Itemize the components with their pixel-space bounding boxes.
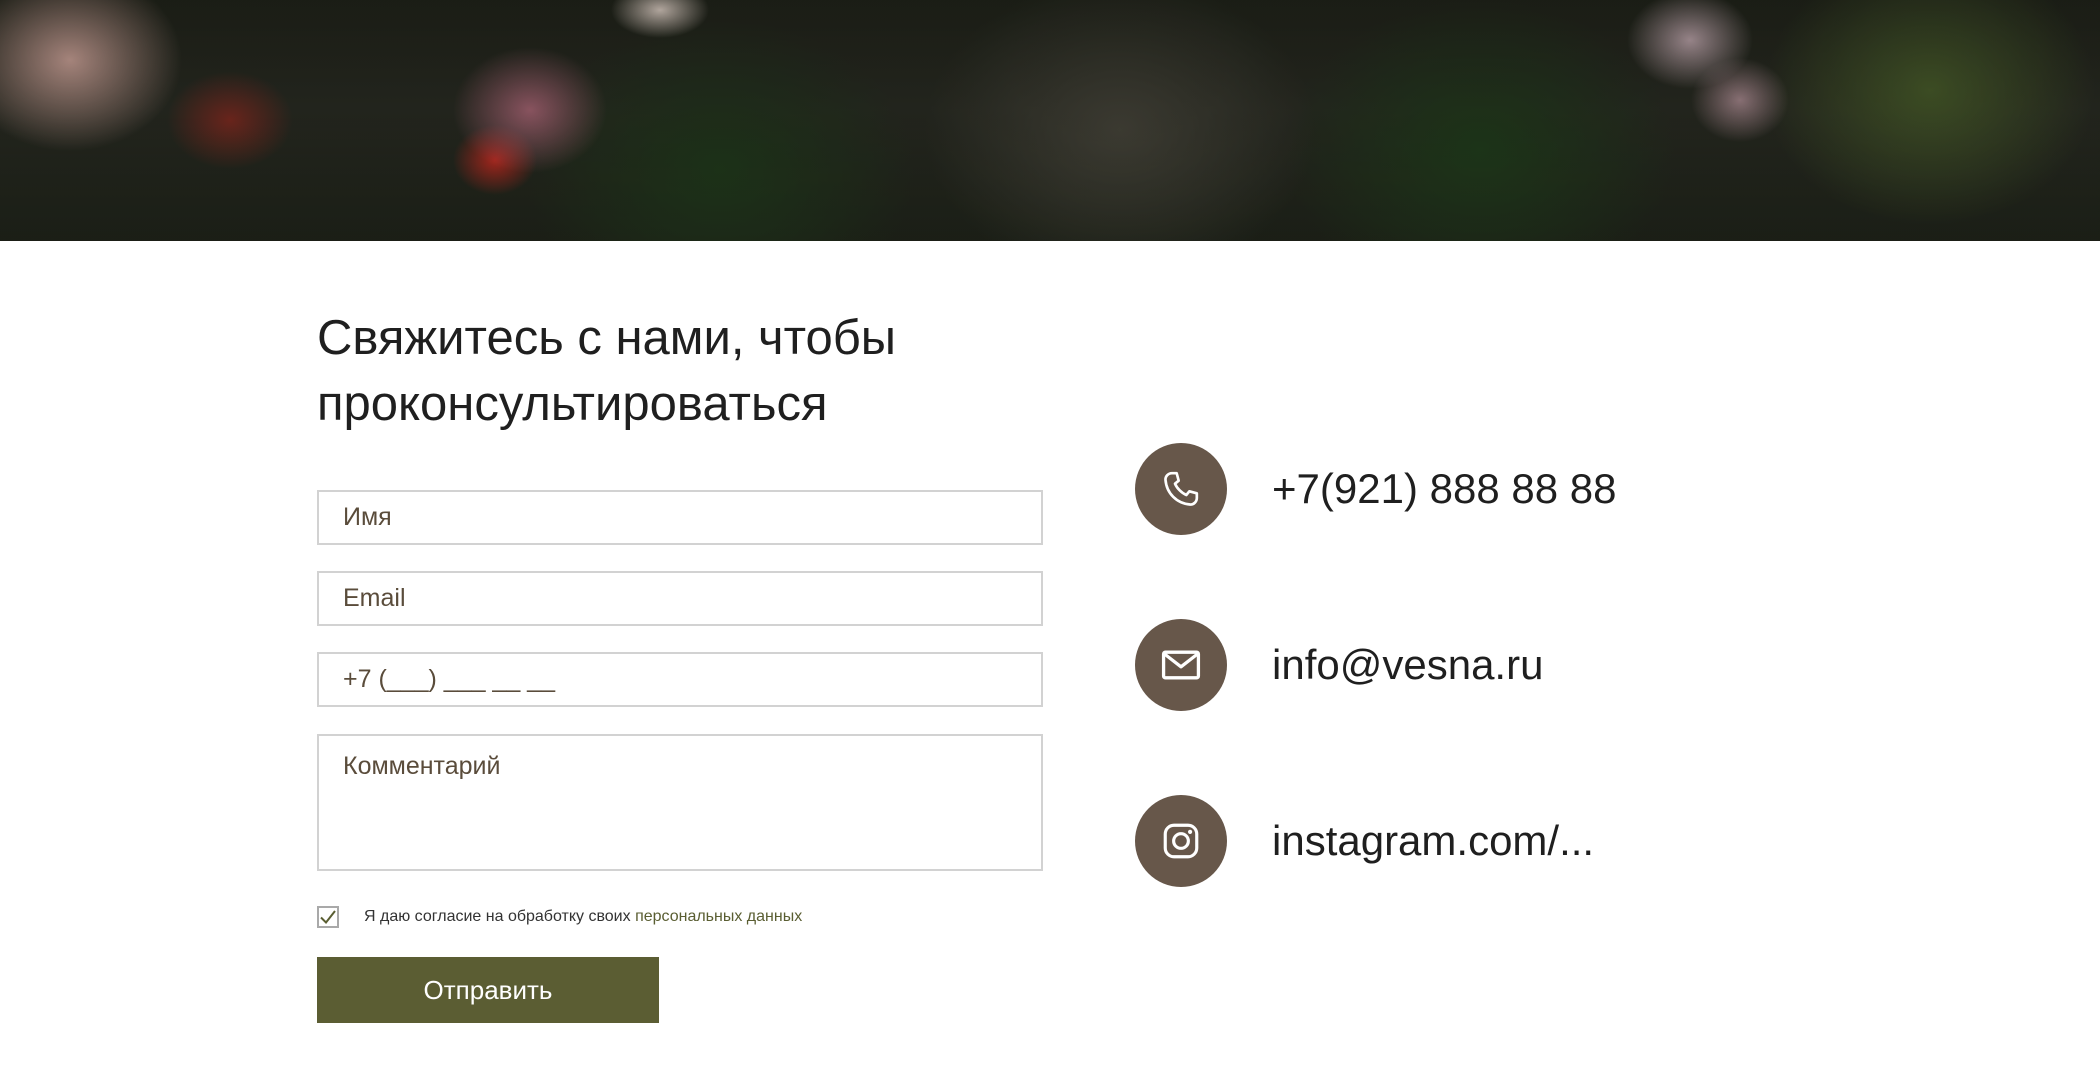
personal-data-link[interactable]: персональных данных <box>635 908 802 925</box>
contact-phone: +7(921) 888 88 88 <box>1135 443 1616 535</box>
contact-heading: Свяжитесь с нами, чтобы проконсультирова… <box>317 311 897 431</box>
hero-garden-photo <box>0 0 2100 241</box>
instagram-icon-circle <box>1135 795 1227 887</box>
phone-input[interactable] <box>317 652 1043 707</box>
email-input[interactable] <box>317 571 1043 626</box>
consent-checkbox[interactable] <box>317 906 339 928</box>
email-link[interactable]: info@vesna.ru <box>1272 641 1543 689</box>
contact-email: info@vesna.ru <box>1135 619 1543 711</box>
consent-text: Я даю согласие на обработку своих <box>364 908 636 925</box>
comment-textarea[interactable] <box>317 734 1043 871</box>
consent-row: Я даю согласие на обработку своих персон… <box>317 905 802 929</box>
name-input[interactable] <box>317 490 1043 545</box>
instagram-link[interactable]: instagram.com/... <box>1272 817 1594 865</box>
consent-label: Я даю согласие на обработку своих персон… <box>364 908 802 926</box>
phone-icon <box>1164 471 1199 506</box>
contact-instagram: instagram.com/... <box>1135 795 1594 887</box>
hero-overlay <box>0 0 2100 241</box>
checkmark-icon <box>320 910 336 925</box>
submit-button[interactable]: Отправить <box>317 957 659 1023</box>
phone-icon-circle <box>1135 443 1227 535</box>
email-icon-circle <box>1135 619 1227 711</box>
envelope-icon <box>1161 650 1201 680</box>
phone-link[interactable]: +7(921) 888 88 88 <box>1272 465 1616 513</box>
instagram-icon <box>1163 823 1199 859</box>
